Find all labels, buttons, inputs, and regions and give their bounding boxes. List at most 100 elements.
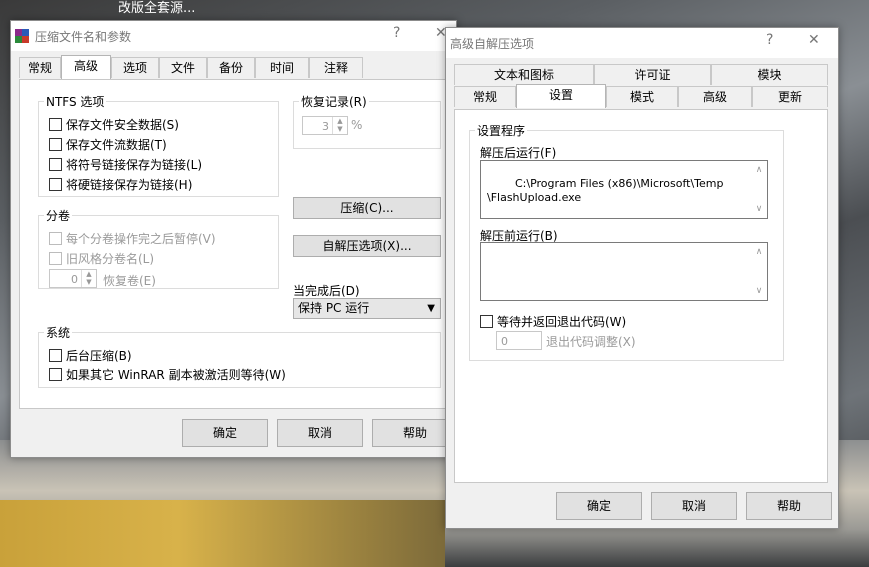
recovery-volumes-label: 恢复卷(E) bbox=[103, 274, 156, 288]
sfx-options-button[interactable]: 自解压选项(X)... bbox=[293, 235, 441, 257]
old-style-volume-names-checkbox[interactable]: 旧风格分卷名(L) bbox=[49, 250, 154, 267]
background-caption: 改版全套源... bbox=[118, 1, 196, 16]
checkbox-label: 旧风格分卷名(L) bbox=[66, 252, 155, 266]
help-question-button[interactable]: ? bbox=[393, 25, 400, 41]
tab-files[interactable]: 文件 bbox=[159, 57, 207, 78]
close-button[interactable]: ✕ bbox=[808, 32, 820, 48]
tab-panel-advanced: NTFS 选项 保存文件安全数据(S) 保存文件流数据(T) 将符号链接保存为链… bbox=[19, 79, 449, 409]
checkbox-label: 后台压缩(B) bbox=[66, 349, 132, 363]
exit-code-label: 退出代码调整(X) bbox=[546, 335, 636, 349]
checkbox-label: 将符号链接保存为链接(L) bbox=[66, 158, 203, 172]
tab-text-icon[interactable]: 文本和图标 bbox=[454, 64, 594, 85]
checkbox-label: 保存文件流数据(T) bbox=[66, 138, 167, 152]
tab-strip: 文本和图标 许可证 模块 常规 设置 模式 高级 更新 bbox=[454, 64, 828, 108]
volumes-group: 分卷 每个分卷操作完之后暂停(V) 旧风格分卷名(L) 0 ▲ ▼ 恢复卷(E) bbox=[38, 207, 279, 289]
winrar-icon bbox=[15, 29, 29, 43]
tab-update[interactable]: 更新 bbox=[752, 86, 828, 107]
recovery-record-group: 恢复记录(R) 3 ▲ ▼ % bbox=[293, 93, 441, 149]
textarea-value: C:\Program Files (x86)\Microsoft\Temp \F… bbox=[487, 177, 724, 204]
wait-return-exit-code-checkbox[interactable]: 等待并返回退出代码(W) bbox=[480, 313, 626, 330]
help-question-button[interactable]: ? bbox=[766, 32, 773, 48]
checkbox-box[interactable] bbox=[480, 315, 493, 328]
recovery-volumes-spinner[interactable]: 0 ▲ ▼ bbox=[49, 269, 97, 288]
tab-general[interactable]: 常规 bbox=[454, 86, 516, 107]
spinner-arrows-icon[interactable]: ▲ ▼ bbox=[81, 270, 96, 287]
titlebar: 压缩文件名和参数 ? ✕ bbox=[11, 21, 456, 51]
spinner-value: 0 bbox=[71, 273, 78, 286]
tab-panel-setup: 设置程序 解压后运行(F) C:\Program Files (x86)\Mic… bbox=[454, 109, 828, 483]
checkbox-box[interactable] bbox=[49, 138, 62, 151]
ntfs-group-label: NTFS 选项 bbox=[44, 93, 107, 110]
run-after-textarea[interactable]: C:\Program Files (x86)\Microsoft\Temp \F… bbox=[480, 160, 768, 219]
checkbox-label: 如果其它 WinRAR 副本被激活则等待(W) bbox=[66, 368, 286, 382]
recovery-record-spinner[interactable]: 3 ▲ ▼ bbox=[302, 116, 348, 135]
select-value: 保持 PC 运行 bbox=[298, 301, 370, 315]
save-hardlinks-checkbox[interactable]: 将硬链接保存为链接(H) bbox=[49, 176, 192, 193]
tab-modules[interactable]: 模块 bbox=[711, 64, 828, 85]
input-value: 0 bbox=[501, 335, 508, 348]
window-title: 高级自解压选项 bbox=[450, 37, 535, 51]
checkbox-box[interactable] bbox=[49, 232, 62, 245]
system-group: 系统 后台压缩(B) 如果其它 WinRAR 副本被激活则等待(W) bbox=[38, 324, 441, 388]
compress-button[interactable]: 压缩(C)... bbox=[293, 197, 441, 219]
spinner-value: 3 bbox=[322, 120, 329, 133]
scrollbar[interactable]: ∧ ∨ bbox=[751, 243, 767, 300]
checkbox-box[interactable] bbox=[49, 349, 62, 362]
wait-if-other-winrar-checkbox[interactable]: 如果其它 WinRAR 副本被激活则等待(W) bbox=[49, 366, 286, 383]
titlebar: 高级自解压选项 ? ✕ bbox=[446, 28, 838, 58]
tab-strip: 常规 高级 选项 文件 备份 时间 注释 bbox=[19, 55, 449, 79]
chevron-up-icon[interactable]: ∧ bbox=[751, 163, 767, 177]
checkbox-box[interactable] bbox=[49, 178, 62, 191]
pause-after-volume-checkbox[interactable]: 每个分卷操作完之后暂停(V) bbox=[49, 230, 216, 247]
setup-program-label: 设置程序 bbox=[475, 122, 528, 139]
save-streams-checkbox[interactable]: 保存文件流数据(T) bbox=[49, 136, 167, 153]
recovery-percent-unit: % bbox=[351, 118, 363, 132]
recovery-record-label: 恢复记录(R) bbox=[299, 93, 369, 110]
setup-program-group: 设置程序 解压后运行(F) C:\Program Files (x86)\Mic… bbox=[469, 122, 784, 361]
run-before-textarea[interactable]: ∧ ∨ bbox=[480, 242, 768, 301]
tab-options[interactable]: 选项 bbox=[111, 57, 159, 78]
checkbox-box[interactable] bbox=[49, 252, 62, 265]
tab-advanced[interactable]: 高级 bbox=[61, 55, 111, 79]
chevron-up-icon[interactable]: ∧ bbox=[751, 245, 767, 259]
volumes-group-label: 分卷 bbox=[44, 207, 73, 224]
tab-license[interactable]: 许可证 bbox=[594, 64, 711, 85]
chevron-down-icon[interactable]: ∨ bbox=[751, 284, 767, 298]
run-after-label: 解压后运行(F) bbox=[480, 146, 557, 160]
help-button[interactable]: 帮助 bbox=[746, 492, 832, 520]
sfx-advanced-dialog: 高级自解压选项 ? ✕ 文本和图标 许可证 模块 常规 设置 模式 高级 更新 … bbox=[445, 27, 839, 529]
tab-backup[interactable]: 备份 bbox=[207, 57, 255, 78]
window-title: 压缩文件名和参数 bbox=[35, 30, 132, 44]
ok-button[interactable]: 确定 bbox=[182, 419, 268, 447]
cancel-button[interactable]: 取消 bbox=[277, 419, 363, 447]
archive-params-dialog: 压缩文件名和参数 ? ✕ 常规 高级 选项 文件 备份 时间 注释 NTFS 选… bbox=[10, 20, 458, 458]
chevron-down-icon[interactable]: ▼ bbox=[427, 299, 435, 318]
checkbox-box[interactable] bbox=[49, 158, 62, 171]
exit-code-input[interactable]: 0 bbox=[496, 331, 542, 350]
spinner-arrows-icon[interactable]: ▲ ▼ bbox=[332, 117, 347, 134]
chevron-down-icon[interactable]: ∨ bbox=[751, 202, 767, 216]
ok-button[interactable]: 确定 bbox=[556, 492, 642, 520]
tab-advanced[interactable]: 高级 bbox=[678, 86, 752, 107]
scrollbar[interactable]: ∧ ∨ bbox=[751, 161, 767, 218]
on-complete-select[interactable]: 保持 PC 运行 ▼ bbox=[293, 298, 441, 319]
save-symlinks-checkbox[interactable]: 将符号链接保存为链接(L) bbox=[49, 156, 202, 173]
system-group-label: 系统 bbox=[44, 324, 73, 341]
checkbox-box[interactable] bbox=[49, 368, 62, 381]
tab-general[interactable]: 常规 bbox=[19, 57, 61, 78]
checkbox-box[interactable] bbox=[49, 118, 62, 131]
background-compress-checkbox[interactable]: 后台压缩(B) bbox=[49, 347, 132, 364]
tab-comment[interactable]: 注释 bbox=[309, 57, 363, 78]
checkbox-label: 保存文件安全数据(S) bbox=[66, 118, 179, 132]
background-car bbox=[0, 500, 445, 567]
ntfs-group: NTFS 选项 保存文件安全数据(S) 保存文件流数据(T) 将符号链接保存为链… bbox=[38, 93, 279, 197]
checkbox-label: 将硬链接保存为链接(H) bbox=[66, 178, 193, 192]
checkbox-label: 等待并返回退出代码(W) bbox=[497, 315, 627, 329]
checkbox-label: 每个分卷操作完之后暂停(V) bbox=[66, 232, 216, 246]
on-complete-label: 当完成后(D) bbox=[293, 284, 360, 298]
tab-time[interactable]: 时间 bbox=[255, 57, 309, 78]
cancel-button[interactable]: 取消 bbox=[651, 492, 737, 520]
save-security-checkbox[interactable]: 保存文件安全数据(S) bbox=[49, 116, 179, 133]
tab-mode[interactable]: 模式 bbox=[606, 86, 678, 107]
tab-setup[interactable]: 设置 bbox=[516, 84, 606, 108]
